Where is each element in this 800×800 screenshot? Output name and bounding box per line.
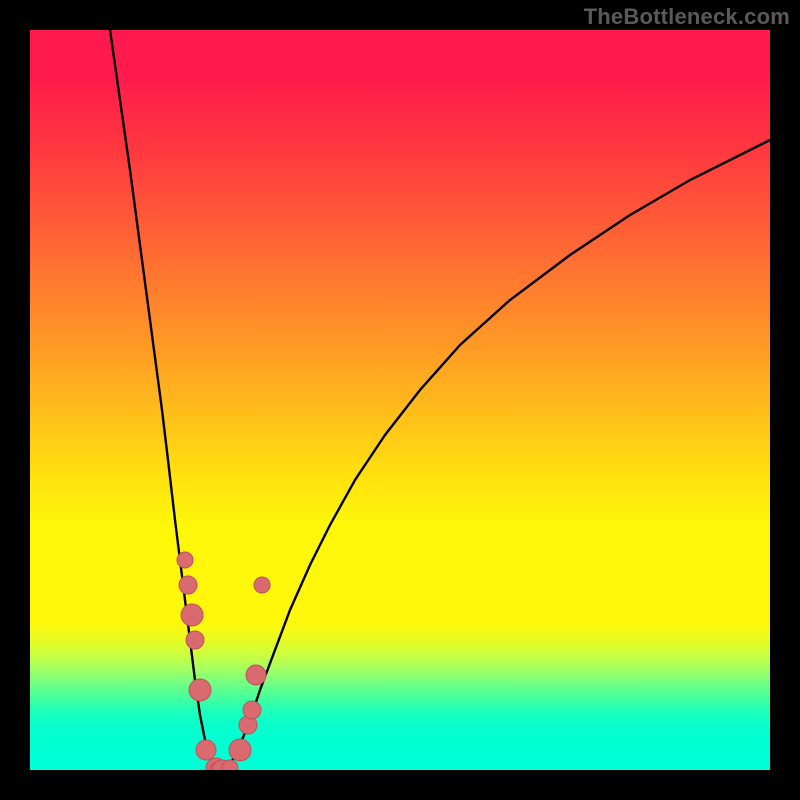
curves-svg (30, 30, 770, 770)
marker-dot (189, 679, 211, 701)
marker-dot (229, 739, 251, 761)
marker-dot (243, 701, 261, 719)
marker-dot (177, 552, 193, 568)
marker-dot (246, 665, 266, 685)
right-branch-curve (225, 140, 770, 770)
marker-dot (181, 604, 203, 626)
marker-dot (179, 576, 197, 594)
marker-dot (254, 577, 270, 593)
watermark-text: TheBottleneck.com (584, 4, 790, 30)
marker-dot (196, 740, 216, 760)
left-branch-curve (110, 30, 220, 770)
marker-dot (186, 631, 204, 649)
marker-group (177, 552, 270, 770)
plot-area (30, 30, 770, 770)
outer-frame: TheBottleneck.com (0, 0, 800, 800)
